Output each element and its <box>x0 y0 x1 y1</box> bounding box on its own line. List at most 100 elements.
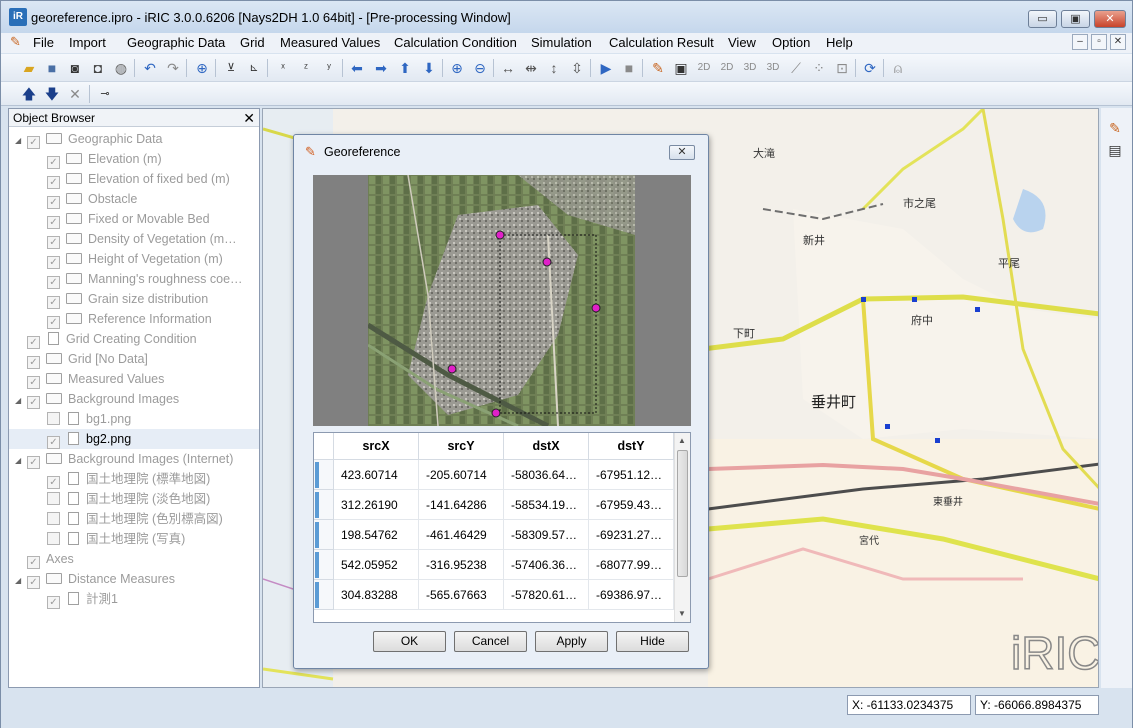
tree-item-checkbox[interactable] <box>47 532 60 545</box>
tree-item-checkbox[interactable] <box>47 492 60 505</box>
arrow-left-icon[interactable]: ⬅ <box>347 58 367 78</box>
view-2d-icon[interactable]: 2D <box>694 58 714 78</box>
ok-button[interactable]: OK <box>373 631 446 652</box>
tree-item[interactable]: 国土地理院 (淡色地図) <box>9 489 259 509</box>
table-cell[interactable]: -69386.97… <box>589 580 674 610</box>
axis-zy-icon[interactable]: ᶻ <box>296 58 316 78</box>
menu-calculation-condition[interactable]: Calculation Condition <box>394 35 517 50</box>
delete-icon[interactable]: ✕ <box>65 84 85 104</box>
tree-item-checkbox[interactable]: ✓ <box>27 336 40 349</box>
menu-simulation[interactable]: Simulation <box>531 35 592 50</box>
menu-geographic-data[interactable]: Geographic Data <box>127 35 225 50</box>
hide-button[interactable]: Hide <box>616 631 689 652</box>
open-folder-icon[interactable]: ▰ <box>19 58 39 78</box>
column-header-dsty[interactable]: dstY <box>589 433 674 460</box>
tree-item-checkbox[interactable]: ✓ <box>27 136 40 149</box>
mdi-minimize-button[interactable]: – <box>1072 34 1088 50</box>
tree-item-checkbox[interactable]: ✓ <box>47 296 60 309</box>
tree-item[interactable]: ◢ ✓ Background Images <box>9 389 259 409</box>
tree-item[interactable]: 国土地理院 (色別標高図) <box>9 509 259 529</box>
tree-item[interactable]: ✓ Elevation of fixed bed (m) <box>9 169 259 189</box>
table-cell[interactable]: -58309.57… <box>504 520 589 550</box>
tree-item[interactable]: ✓ Reference Information <box>9 309 259 329</box>
save-icon[interactable]: ■ <box>42 58 62 78</box>
move-down-icon[interactable]: 🡇 <box>42 84 62 104</box>
menu-grid[interactable]: Grid <box>240 35 265 50</box>
tree-item[interactable]: ◢ ✓ Geographic Data <box>9 129 259 149</box>
axis-x-icon[interactable]: ˣ <box>273 58 293 78</box>
menu-option[interactable]: Option <box>772 35 810 50</box>
column-header-dstx[interactable]: dstX <box>504 433 589 460</box>
table-row-header[interactable] <box>314 580 334 610</box>
scroll-thumb[interactable] <box>677 450 688 577</box>
table-cell[interactable]: -58534.19… <box>504 490 589 520</box>
arrow-down-icon[interactable]: ⬇ <box>419 58 439 78</box>
mdi-close-button[interactable]: ✕ <box>1110 34 1126 50</box>
column-header-srcy[interactable]: srcY <box>419 433 504 460</box>
axis-yx-icon[interactable]: ⊻ <box>221 58 241 78</box>
view-2d-alt-icon[interactable]: 2D <box>717 58 737 78</box>
tree-item[interactable]: ✓ Grain size distribution <box>9 289 259 309</box>
graph-icon[interactable]: ⟋ <box>786 58 806 78</box>
menu-help[interactable]: Help <box>826 35 853 50</box>
table-cell[interactable]: -57820.61… <box>504 580 589 610</box>
minimize-button[interactable]: ▭ <box>1028 10 1057 28</box>
tree-item-checkbox[interactable]: ✓ <box>27 556 40 569</box>
shrink-vertical-icon[interactable]: ⇳ <box>567 58 587 78</box>
menu-view[interactable]: View <box>728 35 756 50</box>
dialog-close-button[interactable]: ✕ <box>669 145 695 160</box>
fit-horizontal-icon[interactable]: ↔ <box>498 58 518 78</box>
menu-file[interactable]: File <box>33 35 54 50</box>
table-cell[interactable]: -68077.99… <box>589 550 674 580</box>
scroll-up-icon[interactable]: ▲ <box>678 436 686 445</box>
tree-item[interactable]: ✓ Obstacle <box>9 189 259 209</box>
mouse-icon[interactable]: ⍝ <box>888 58 908 78</box>
tree-item[interactable]: ✓ Grid [No Data] <box>9 349 259 369</box>
snapshot-icon[interactable]: ◙ <box>65 58 85 78</box>
tree-item-checkbox[interactable]: ✓ <box>47 476 60 489</box>
column-header-srcx[interactable]: srcX <box>334 433 419 460</box>
tree-item[interactable]: ✓ bg2.png <box>9 429 259 449</box>
tree-item-checkbox[interactable]: ✓ <box>47 596 60 609</box>
tree-item-checkbox[interactable]: ✓ <box>47 176 60 189</box>
close-button[interactable]: ✕ <box>1094 10 1126 28</box>
view-3d-alt-icon[interactable]: 3D <box>763 58 783 78</box>
table-cell[interactable]: 542.05952 <box>334 550 419 580</box>
refresh-icon[interactable]: ⟳ <box>860 58 880 78</box>
tree-item-checkbox[interactable]: ✓ <box>47 156 60 169</box>
tree-item-checkbox[interactable]: ✓ <box>27 356 40 369</box>
tree-item[interactable]: ✓ 国土地理院 (標準地図) <box>9 469 259 489</box>
zoom-box-icon[interactable]: ⊕ <box>192 58 212 78</box>
table-cell[interactable]: 304.83288 <box>334 580 419 610</box>
table-row-header[interactable] <box>314 460 334 490</box>
menu-calculation-result[interactable]: Calculation Result <box>609 35 714 50</box>
table-cell[interactable]: -57406.36… <box>504 550 589 580</box>
tree-item-checkbox[interactable] <box>47 412 60 425</box>
tree-item[interactable]: ✓ Fixed or Movable Bed <box>9 209 259 229</box>
tree-expander-icon[interactable]: ◢ <box>15 451 27 471</box>
properties-icon[interactable]: ▤ <box>1105 140 1125 160</box>
menu-import[interactable]: Import <box>69 35 106 50</box>
tree-item-checkbox[interactable]: ✓ <box>47 236 60 249</box>
table-row-header[interactable] <box>314 490 334 520</box>
tree-expander-icon[interactable]: ◢ <box>15 571 27 591</box>
object-browser-close-icon[interactable]: ✕ <box>243 109 255 127</box>
tree-item-checkbox[interactable] <box>47 512 60 525</box>
mdi-restore-button[interactable]: ▫ <box>1091 34 1107 50</box>
view-3d-icon[interactable]: 3D <box>740 58 760 78</box>
cross-section-icon[interactable]: ⊡ <box>832 58 852 78</box>
edit-object-icon[interactable]: ✎ <box>1105 118 1125 138</box>
table-cell[interactable]: -67951.12… <box>589 460 674 490</box>
table-cell[interactable]: -141.64286 <box>419 490 504 520</box>
table-cell[interactable]: -316.95238 <box>419 550 504 580</box>
table-cell[interactable]: -69231.27… <box>589 520 674 550</box>
terminal-icon[interactable]: ▣ <box>671 58 691 78</box>
scatter-icon[interactable]: ⁘ <box>809 58 829 78</box>
tree-item-checkbox[interactable]: ✓ <box>27 376 40 389</box>
tree-expander-icon[interactable]: ◢ <box>15 391 27 411</box>
zoom-out-icon[interactable]: ⊖ <box>470 58 490 78</box>
tree-item-checkbox[interactable]: ✓ <box>47 256 60 269</box>
tree-item[interactable]: ✓ Grid Creating Condition <box>9 329 259 349</box>
pin-icon[interactable]: ⊸ <box>95 84 115 104</box>
tree-item[interactable]: 国土地理院 (写真) <box>9 529 259 549</box>
